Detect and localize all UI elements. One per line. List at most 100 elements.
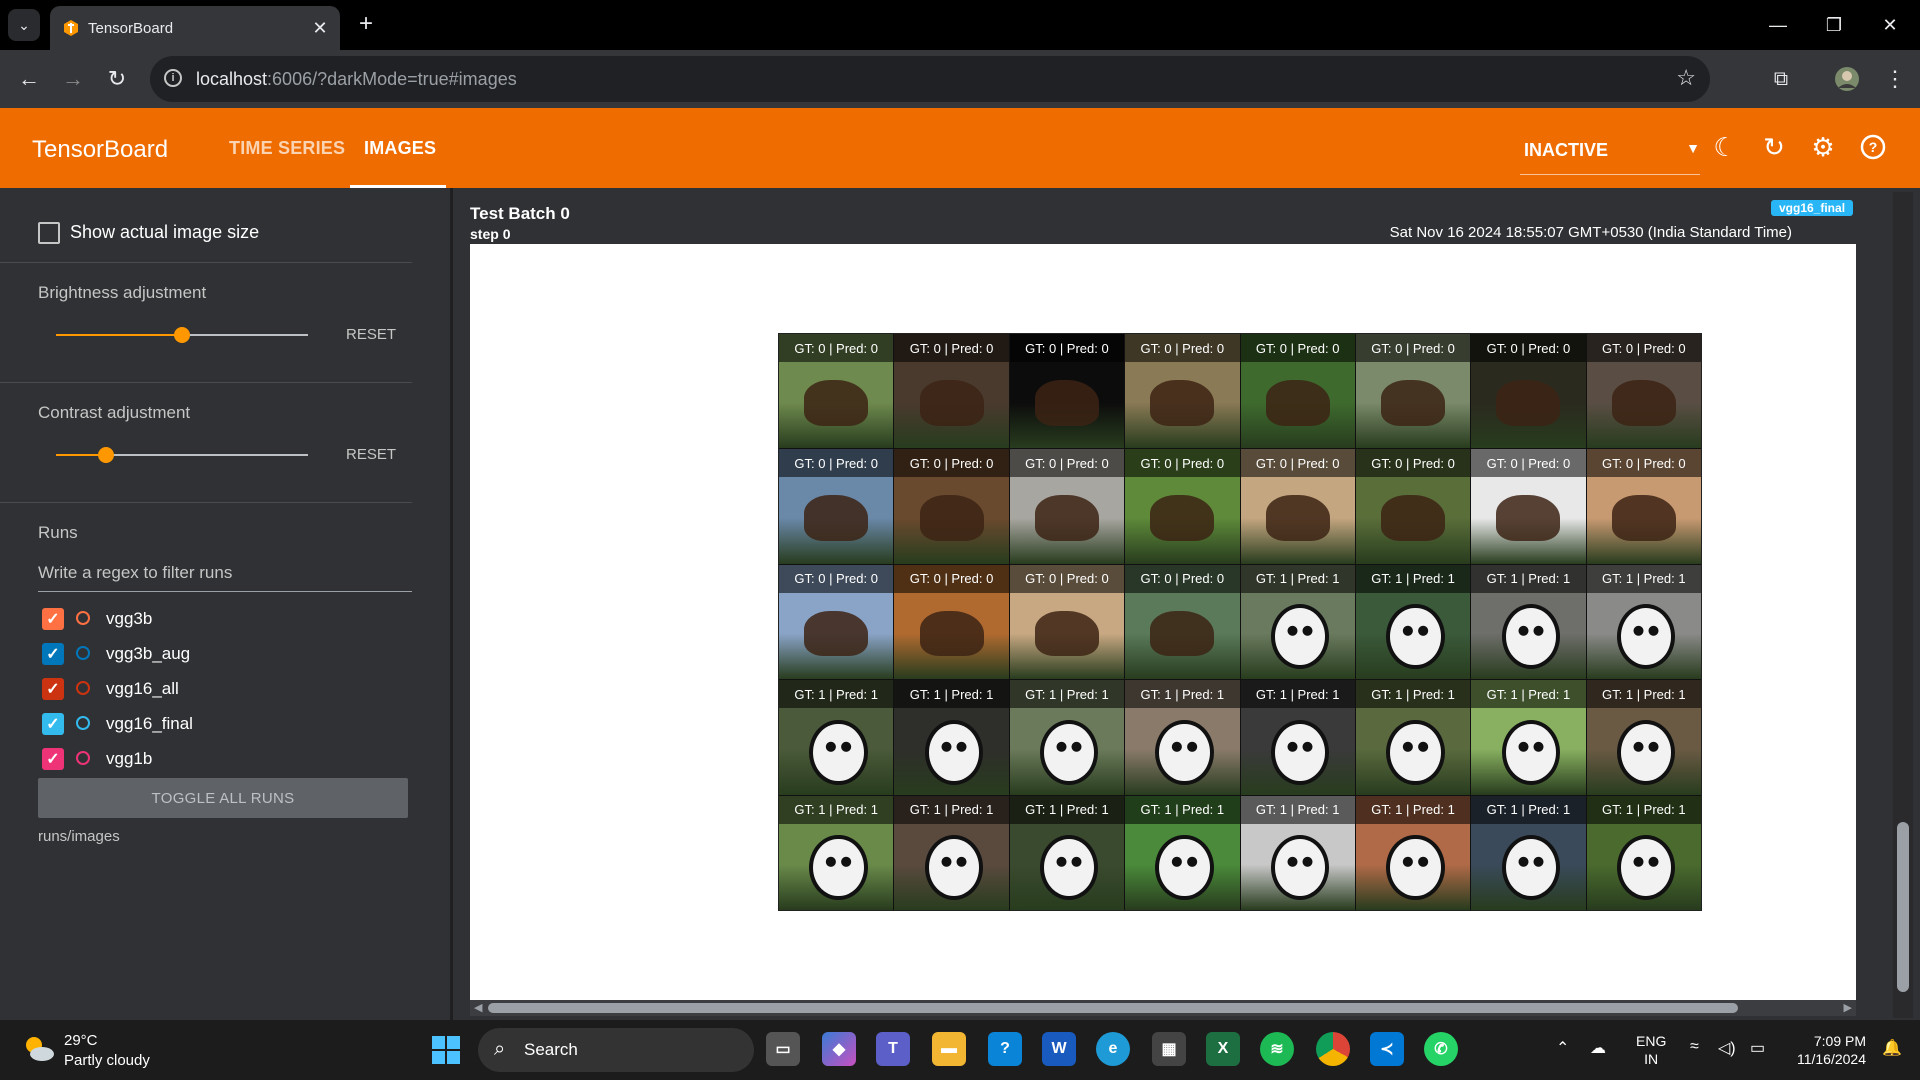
battery-icon[interactable]: ▭ xyxy=(1750,1038,1765,1058)
reload-icon[interactable]: ↻ xyxy=(102,64,132,94)
run-color-swatch[interactable] xyxy=(76,716,90,730)
horse-image xyxy=(1496,379,1561,426)
run-checkbox[interactable]: ✓ xyxy=(42,678,64,700)
horse-image xyxy=(804,379,869,426)
brightness-slider[interactable] xyxy=(56,327,308,343)
dark-mode-moon-icon[interactable]: ☾ xyxy=(1708,130,1742,164)
taskbar-search-box[interactable]: ⌕ Search xyxy=(478,1028,754,1072)
system-clock[interactable]: 7:09 PM 11/16/2024 xyxy=(1786,1032,1866,1068)
horse-image xyxy=(1265,379,1330,426)
sidebar: Show actual image size Brightness adjust… xyxy=(0,188,450,1020)
bookmark-star-icon[interactable]: ☆ xyxy=(1676,65,1696,91)
image-caption: GT: 1 | Pred: 1 xyxy=(1240,564,1355,593)
notification-bell-icon[interactable]: 🔔 xyxy=(1882,1038,1902,1058)
image-tile: GT: 0 | Pred: 0 xyxy=(1586,449,1701,564)
run-color-swatch[interactable] xyxy=(76,646,90,660)
image-caption: GT: 1 | Pred: 1 xyxy=(894,795,1009,824)
horizontal-scroll-thumb[interactable] xyxy=(488,1003,1738,1013)
contrast-slider[interactable] xyxy=(56,447,308,463)
image-tile: GT: 1 | Pred: 1 xyxy=(1471,680,1586,795)
close-tab-icon[interactable]: ✕ xyxy=(308,16,332,40)
chrome-icon[interactable] xyxy=(1316,1032,1350,1066)
refresh-icon[interactable]: ↻ xyxy=(1757,130,1791,164)
horizontal-scrollbar[interactable]: ◀ ▶ xyxy=(470,1000,1856,1016)
vertical-scrollbar[interactable] xyxy=(1893,192,1913,1018)
run-checkbox[interactable]: ✓ xyxy=(42,748,64,770)
image-tile: GT: 1 | Pred: 1 xyxy=(779,795,894,910)
wifi-icon[interactable]: ≈ xyxy=(1690,1038,1699,1056)
tab-search-button[interactable]: ⌄ xyxy=(8,9,40,41)
image-caption: GT: 1 | Pred: 1 xyxy=(779,795,894,824)
image-caption: GT: 1 | Pred: 1 xyxy=(1240,680,1355,709)
show-actual-size-label: Show actual image size xyxy=(70,222,260,242)
divider xyxy=(0,502,412,503)
edge-browser-icon[interactable]: e xyxy=(1096,1032,1130,1066)
site-info-icon[interactable]: i xyxy=(164,69,182,87)
show-hidden-icons-chevron-icon[interactable]: ⌃ xyxy=(1556,1038,1569,1058)
input-language-indicator[interactable]: ENG IN xyxy=(1636,1032,1666,1068)
windows-start-icon[interactable] xyxy=(432,1036,460,1064)
teams-icon[interactable]: T xyxy=(876,1032,910,1066)
panda-image xyxy=(1159,723,1210,781)
run-color-swatch[interactable] xyxy=(76,681,90,695)
run-color-swatch[interactable] xyxy=(76,751,90,765)
tab-images[interactable]: IMAGES xyxy=(364,138,436,159)
image-tile: GT: 1 | Pred: 1 xyxy=(1009,795,1125,910)
contrast-title: Contrast adjustment xyxy=(38,403,191,422)
search-icon: ⌕ xyxy=(494,1038,506,1060)
image-tile: GT: 0 | Pred: 0 xyxy=(779,564,894,680)
partly-cloudy-weather-icon[interactable] xyxy=(22,1034,56,1064)
tensorboard-logo: TensorBoard xyxy=(32,136,169,163)
copilot-icon[interactable]: ◆ xyxy=(822,1032,856,1066)
profile-avatar[interactable] xyxy=(1832,64,1862,94)
whatsapp-icon[interactable]: ✆ xyxy=(1424,1032,1458,1066)
spotify-icon[interactable]: ≋ xyxy=(1260,1032,1294,1066)
address-bar[interactable]: i localhost:6006/?darkMode=true#images ☆ xyxy=(150,56,1710,102)
task-view-icon[interactable]: ▭ xyxy=(766,1032,800,1066)
brightness-reset-button[interactable]: RESET xyxy=(346,326,396,343)
plugin-select-dropdown[interactable]: INACTIVE ▼ xyxy=(1520,126,1700,175)
run-filter-input[interactable]: Write a regex to filter runs xyxy=(38,563,412,592)
back-arrow-icon[interactable]: ← xyxy=(14,64,44,94)
word-icon[interactable]: W xyxy=(1042,1032,1076,1066)
browser-menu-icon[interactable]: ⋮ xyxy=(1880,64,1910,94)
scroll-right-icon[interactable]: ▶ xyxy=(1844,1001,1852,1014)
microsoft-store-icon[interactable]: ▦ xyxy=(1152,1032,1186,1066)
restore-icon[interactable]: ❐ xyxy=(1814,10,1854,40)
image-display-panel: GT: 0 | Pred: 0 GT: 0 | Pred: 0 GT: 0 | Pr… xyxy=(470,244,1856,1001)
forward-arrow-icon[interactable]: → xyxy=(58,64,88,94)
run-name-chip: vgg16_final xyxy=(1771,200,1854,216)
panda-image xyxy=(1620,839,1672,897)
new-tab-button[interactable]: + xyxy=(352,10,380,38)
panda-image xyxy=(1620,608,1672,666)
extensions-icon[interactable]: ⧉ xyxy=(1766,64,1796,94)
vscode-icon[interactable]: ≺ xyxy=(1370,1032,1404,1066)
file-explorer-icon[interactable]: ▬ xyxy=(932,1032,966,1066)
run-color-swatch[interactable] xyxy=(76,611,90,625)
show-actual-size-checkbox[interactable] xyxy=(38,222,60,244)
close-window-icon[interactable]: ✕ xyxy=(1870,10,1910,40)
tab-time-series[interactable]: TIME SERIES xyxy=(229,138,345,159)
onedrive-icon[interactable]: ☁ xyxy=(1590,1038,1606,1058)
volume-icon[interactable]: ◁) xyxy=(1718,1038,1736,1058)
vertical-scroll-thumb[interactable] xyxy=(1897,822,1909,992)
minimize-icon[interactable]: — xyxy=(1758,10,1798,40)
contrast-slider-thumb[interactable] xyxy=(98,447,115,463)
panda-image xyxy=(1390,723,1441,781)
scroll-left-icon[interactable]: ◀ xyxy=(474,1001,482,1014)
browser-tab[interactable]: TensorBoard ✕ xyxy=(50,6,340,50)
help-icon[interactable]: ? xyxy=(1856,130,1890,164)
contrast-reset-button[interactable]: RESET xyxy=(346,446,396,463)
settings-gear-icon[interactable]: ⚙ xyxy=(1806,130,1840,164)
dropdown-caret-icon: ▼ xyxy=(1686,140,1700,156)
image-tile: GT: 0 | Pred: 0 xyxy=(1355,449,1471,564)
brightness-slider-thumb[interactable] xyxy=(174,327,190,343)
run-checkbox[interactable]: ✓ xyxy=(42,608,64,630)
windows-taskbar: 29°C Partly cloudy ⌕ Search ▭ ◆ T ▬ ? W … xyxy=(0,1020,1920,1080)
feedback-hub-icon[interactable]: ? xyxy=(988,1032,1022,1066)
run-name: vgg16_all xyxy=(106,679,179,698)
run-checkbox[interactable]: ✓ xyxy=(42,643,64,665)
excel-icon[interactable]: X xyxy=(1206,1032,1240,1066)
run-checkbox[interactable]: ✓ xyxy=(42,713,64,735)
toggle-all-runs-button[interactable]: TOGGLE ALL RUNS xyxy=(38,778,408,818)
